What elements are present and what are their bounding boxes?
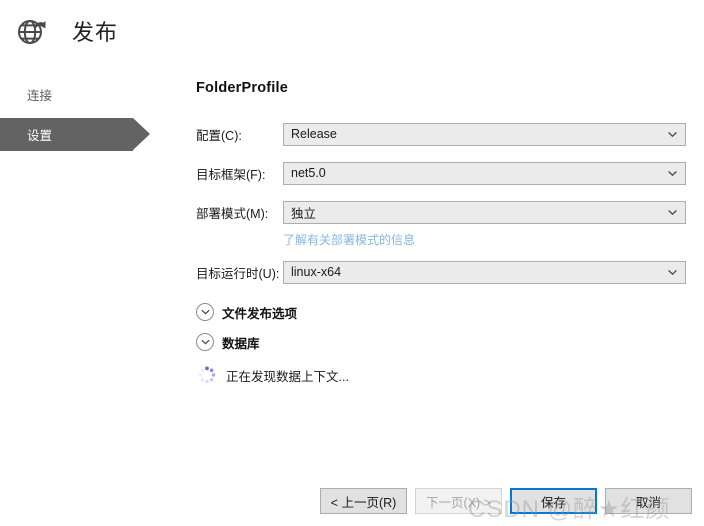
- sidebar-item-label: 连接: [27, 89, 53, 103]
- target-runtime-dropdown[interactable]: linux-x64: [283, 260, 686, 284]
- chevron-down-icon: [668, 208, 677, 217]
- page-title: 发布: [72, 20, 119, 45]
- sidebar-item-label: 设置: [27, 129, 53, 143]
- expander-label: 数据库: [222, 336, 260, 351]
- chevron-down-icon: [668, 268, 677, 277]
- sidebar-item-settings[interactable]: 设置: [0, 118, 150, 151]
- settings-panel: FolderProfile 配置(C): Release 目标框架(F): ne…: [196, 80, 686, 387]
- sidebar-nav: 连接 设置: [0, 78, 185, 151]
- field-label-target-runtime: 目标运行时(U):: [196, 266, 280, 281]
- field-label-target-framework: 目标框架(F):: [196, 167, 266, 182]
- cancel-button[interactable]: 取消: [605, 488, 692, 514]
- save-button[interactable]: 保存: [510, 488, 597, 514]
- hint-spacer: [196, 231, 283, 248]
- chevron-down-circle-icon: [196, 333, 214, 351]
- globe-publish-icon: [12, 11, 52, 51]
- next-button-label: 下一页(X) >: [426, 495, 491, 510]
- sidebar-item-connection[interactable]: 连接: [0, 78, 185, 111]
- field-configuration: 配置(C): Release: [196, 122, 686, 146]
- chevron-down-circle-icon: [196, 303, 214, 321]
- field-label-deployment-mode: 部署模式(M):: [196, 206, 269, 221]
- field-target-framework: 目标框架(F): net5.0: [196, 161, 686, 185]
- field-deployment-mode: 部署模式(M): 独立: [196, 200, 686, 224]
- chevron-down-icon: [668, 130, 677, 139]
- cancel-button-label: 取消: [635, 495, 661, 510]
- deployment-mode-info-link[interactable]: 了解有关部署模式的信息: [283, 231, 415, 248]
- target-runtime-value: linux-x64: [291, 265, 342, 279]
- loading-spinner-icon: [198, 366, 216, 384]
- configuration-value: Release: [291, 127, 337, 141]
- expander-database[interactable]: 数据库: [196, 329, 686, 355]
- discovering-data-context-status: 正在发现数据上下文...: [198, 363, 686, 387]
- configuration-dropdown[interactable]: Release: [283, 122, 686, 146]
- next-button: 下一页(X) >: [415, 488, 502, 514]
- previous-button-label: < 上一页(R): [330, 495, 397, 510]
- previous-button[interactable]: < 上一页(R): [320, 488, 407, 514]
- target-framework-dropdown[interactable]: net5.0: [283, 161, 686, 185]
- dialog-button-bar: < 上一页(R) 下一页(X) > 保存 取消: [0, 488, 704, 514]
- expander-file-publish-options[interactable]: 文件发布选项: [196, 299, 686, 325]
- selected-tab-arrow-icon: [133, 118, 150, 150]
- profile-name-heading: FolderProfile: [196, 80, 289, 96]
- deployment-mode-dropdown[interactable]: 独立: [283, 200, 686, 224]
- field-target-runtime: 目标运行时(U): linux-x64: [196, 260, 686, 284]
- deployment-hint-row: 了解有关部署模式的信息: [196, 231, 686, 248]
- status-text: 正在发现数据上下文...: [226, 369, 349, 384]
- window-header: 发布: [0, 0, 704, 62]
- deployment-mode-value: 独立: [291, 206, 317, 221]
- field-label-configuration: 配置(C):: [196, 128, 242, 143]
- expander-label: 文件发布选项: [222, 306, 298, 321]
- save-button-label: 保存: [540, 495, 566, 510]
- chevron-down-icon: [668, 169, 677, 178]
- target-framework-value: net5.0: [291, 166, 326, 180]
